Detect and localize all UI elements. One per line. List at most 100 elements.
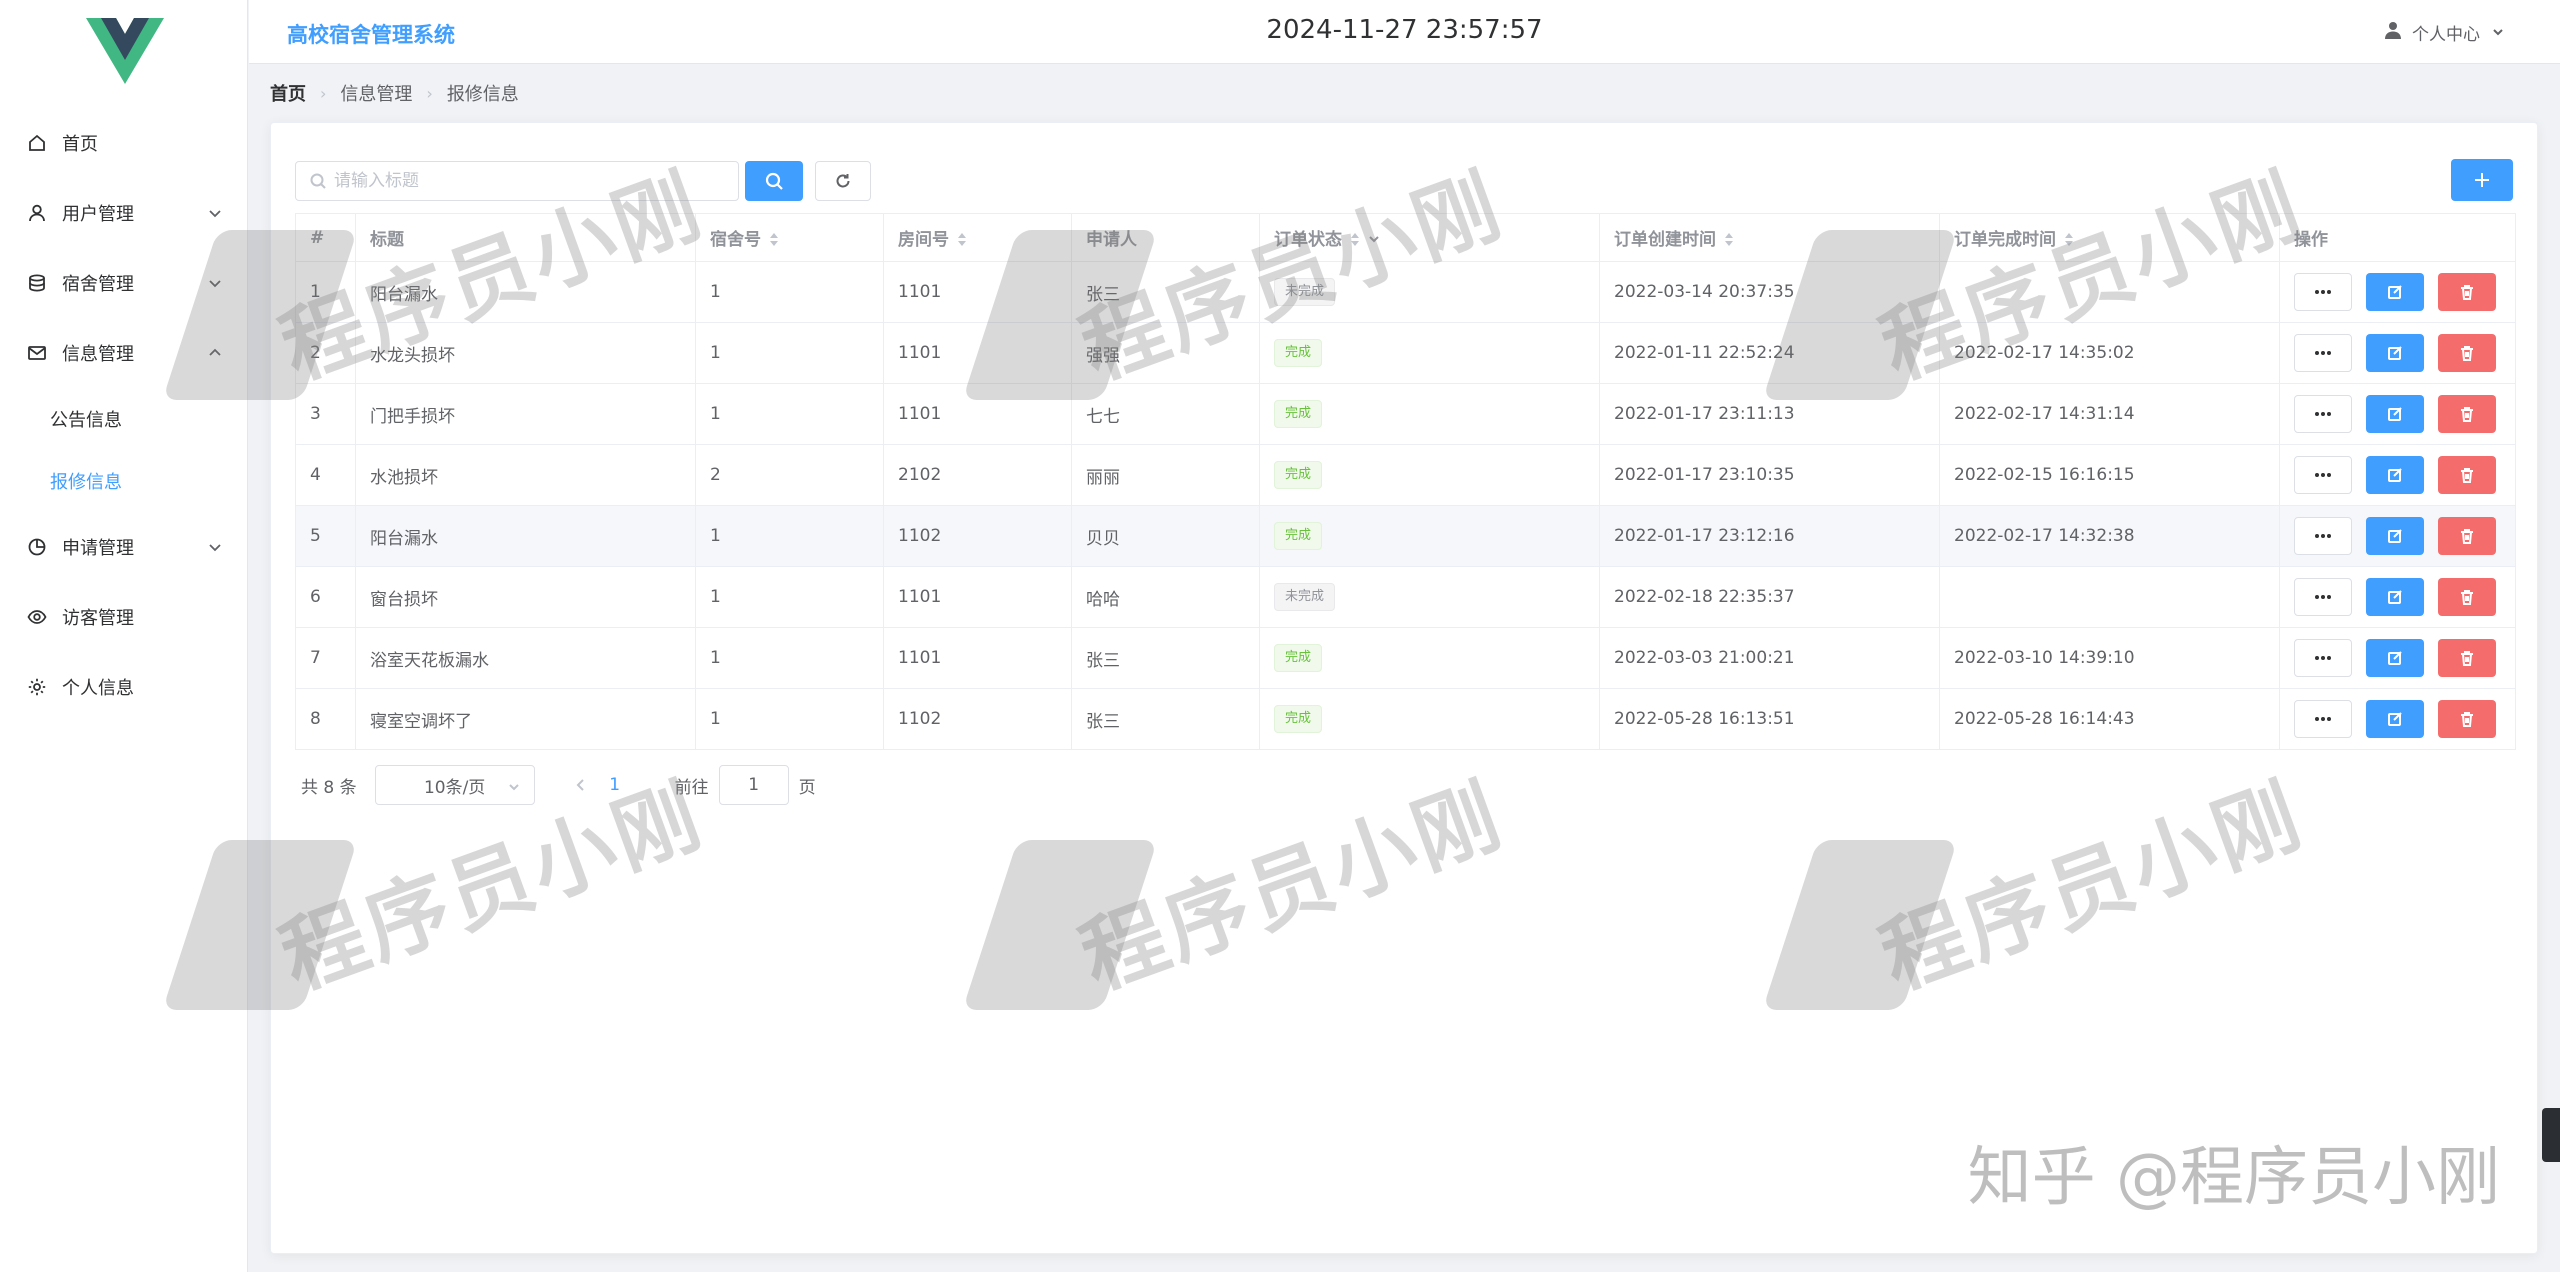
detail-button[interactable] [2294,334,2352,372]
sort-icon[interactable] [957,232,967,248]
more-icon [2314,716,2332,722]
sort-icon[interactable] [1724,232,1734,248]
edit-button[interactable] [2366,639,2424,677]
edit-button[interactable] [2366,456,2424,494]
cell-created: 2022-03-14 20:37:35 [1599,261,1940,323]
edit-button[interactable] [2366,273,2424,311]
edit-button[interactable] [2366,700,2424,738]
reset-button[interactable] [815,161,871,201]
home-icon [26,132,48,154]
delete-button[interactable] [2438,395,2496,433]
column-header-status[interactable]: 订单状态 [1259,213,1600,262]
detail-button[interactable] [2294,700,2352,738]
column-header-created[interactable]: 订单创建时间 [1599,213,1940,262]
delete-button[interactable] [2438,639,2496,677]
sidebar-item-6[interactable]: 个人信息 [0,652,248,722]
cell-finished: 2022-02-17 14:32:38 [1939,505,2280,567]
column-header-applicant: 申请人 [1071,213,1260,262]
table-row[interactable]: 6 窗台损坏 1 1101 哈哈 未完成 2022-02-18 22:35:37 [295,566,2516,628]
column-header-title: 标题 [355,213,696,262]
edit-button[interactable] [2366,334,2424,372]
add-button[interactable] [2451,159,2513,201]
trash-icon [2459,589,2475,605]
status-badge: 未完成 [1274,583,1336,611]
delete-button[interactable] [2438,578,2496,616]
cell-room: 1102 [883,505,1072,567]
edit-button[interactable] [2366,578,2424,616]
more-icon [2314,350,2332,356]
chevron-down-icon [208,538,222,552]
column-header-index: # [295,213,356,262]
cell-created: 2022-03-03 21:00:21 [1599,627,1940,689]
sort-icon[interactable] [769,232,779,248]
sidebar-item-0[interactable]: 首页 [0,108,248,178]
table-row[interactable]: 1 阳台漏水 1 1101 张三 未完成 2022-03-14 20:37:35 [295,261,2516,323]
detail-button[interactable] [2294,395,2352,433]
delete-button[interactable] [2438,517,2496,555]
total-count: 共 8 条 [301,777,357,798]
detail-button[interactable] [2294,456,2352,494]
column-header-dorm[interactable]: 宿舍号 [695,213,884,262]
sidebar-item-4[interactable]: 申请管理 [0,512,248,582]
cell-finished: 2022-03-10 14:39:10 [1939,627,2280,689]
sort-icon[interactable] [2064,232,2074,248]
chevron-down-icon [2492,23,2504,43]
breadcrumb-home[interactable]: 首页 [270,80,306,106]
detail-button[interactable] [2294,639,2352,677]
edit-icon [2387,345,2403,361]
cell-actions [2279,505,2516,567]
table-row[interactable]: 3 门把手损坏 1 1101 七七 完成 2022-01-17 23:11:13 2022-0… [295,383,2516,445]
table-row[interactable]: 7 浴室天花板漏水 1 1101 张三 完成 2022-03-03 21:00:21 2022… [295,627,2516,689]
table-row[interactable]: 4 水池损坏 2 2102 丽丽 完成 2022-01-17 23:10:35 2022-02… [295,444,2516,506]
sidebar-item-3[interactable]: 信息管理 [0,318,248,388]
cell-finished [1939,261,2280,323]
goto-page-input[interactable] [718,765,789,805]
table-row[interactable]: 2 水龙头损坏 1 1101 强强 完成 2022-01-11 22:52:24 2022-0… [295,322,2516,384]
sidebar-item-2[interactable]: 宿舍管理 [0,248,248,318]
delete-button[interactable] [2438,334,2496,372]
sidebar: 首页 用户管理 宿舍管理 信息管理 公告信息 报修信息 申请管理 访客管理 个人信息 [0,0,248,1272]
search-input[interactable] [334,171,714,191]
sidebar-subitem-3-1[interactable]: 报修信息 [0,450,248,512]
trash-icon [2459,345,2475,361]
trash-icon [2459,284,2475,300]
page-size-select[interactable]: 10条/页 [374,765,535,805]
pagination: 共 8 条 10条/页 1 前往 页 [301,765,816,805]
edit-icon [2387,467,2403,483]
sidebar-item-1[interactable]: 用户管理 [0,178,248,248]
sidebar-subitem-3-0[interactable]: 公告信息 [0,388,248,450]
status-badge: 完成 [1274,400,1323,428]
cell-title: 窗台损坏 [355,566,696,628]
status-badge: 完成 [1274,461,1323,489]
cell-room: 1101 [883,566,1072,628]
table-row[interactable]: 8 寝室空调坏了 1 1102 张三 完成 2022-05-28 16:13:51 2022-… [295,688,2516,750]
breadcrumb-info-management[interactable]: 信息管理 [340,80,412,106]
cell-room: 1102 [883,688,1072,750]
detail-button[interactable] [2294,578,2352,616]
user-center-dropdown[interactable]: 个人中心 [2384,20,2504,45]
column-header-actions: 操作 [2279,213,2516,262]
cell-applicant: 张三 [1071,627,1260,689]
sort-icon[interactable] [1350,232,1360,248]
detail-button[interactable] [2294,273,2352,311]
edit-button[interactable] [2366,395,2424,433]
delete-button[interactable] [2438,273,2496,311]
detail-button[interactable] [2294,517,2352,555]
filter-chevron-icon[interactable] [1368,230,1380,250]
prev-page-button[interactable] [565,779,595,791]
cell-room: 1101 [883,261,1072,323]
delete-button[interactable] [2438,456,2496,494]
search-button[interactable] [745,161,803,201]
column-header-room[interactable]: 房间号 [883,213,1072,262]
side-scroll-handle[interactable] [2542,1108,2560,1162]
edit-button[interactable] [2366,517,2424,555]
column-header-finished[interactable]: 订单完成时间 [1939,213,2280,262]
page-number-current[interactable]: 1 [595,775,635,795]
chevron-left-icon [576,779,584,791]
table-row[interactable]: 5 阳台漏水 1 1102 贝贝 完成 2022-01-17 23:12:16 2022-02… [295,505,2516,567]
edit-icon [2387,589,2403,605]
breadcrumb-separator-icon: › [426,83,433,103]
vue-logo-icon[interactable] [86,18,164,84]
delete-button[interactable] [2438,700,2496,738]
sidebar-item-5[interactable]: 访客管理 [0,582,248,652]
